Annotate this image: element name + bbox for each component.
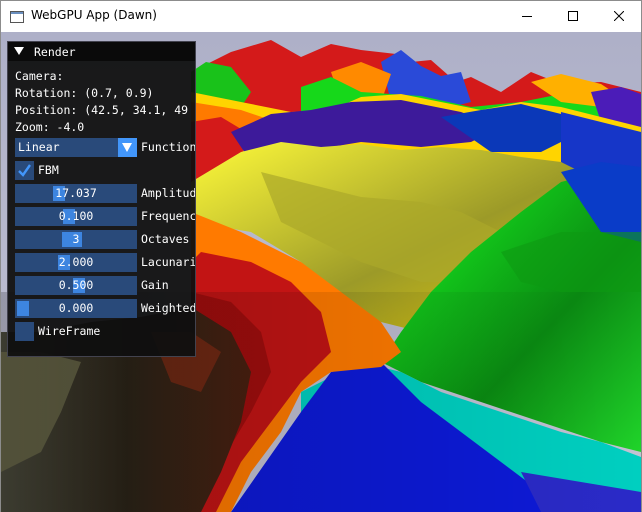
slider-value: 17.037 <box>55 186 97 200</box>
function-label: Function <box>141 140 196 154</box>
slider-value: 0.000 <box>58 301 94 315</box>
maximize-button[interactable] <box>550 1 596 32</box>
close-button[interactable] <box>596 1 642 32</box>
gain-slider[interactable]: 0.500 <box>15 276 137 295</box>
weighted-slider[interactable]: 0.000 <box>15 299 137 318</box>
wireframe-checkbox[interactable] <box>15 322 34 341</box>
lacunarity-label: Lacunarity <box>141 255 196 269</box>
minimize-icon <box>522 16 532 17</box>
lacunarity-slider[interactable]: 2.000 <box>15 253 137 272</box>
chevron-down-icon <box>122 143 132 152</box>
minimize-button[interactable] <box>504 1 550 32</box>
checkmark-icon <box>18 164 31 177</box>
fbm-checkbox[interactable] <box>15 161 34 180</box>
function-combo[interactable]: Linear <box>15 138 137 157</box>
window-title: WebGPU App (Dawn) <box>31 8 157 22</box>
combo-dropdown-button[interactable] <box>118 138 137 157</box>
panel-title-bar[interactable]: Render <box>8 42 195 61</box>
octaves-slider[interactable]: 3 <box>15 230 137 249</box>
position-readout: Position: (42.5, 34.1, 49 <box>15 103 189 117</box>
octaves-label: Octaves <box>141 232 190 246</box>
maximize-icon <box>568 11 578 21</box>
slider-value: 0.100 <box>58 209 94 223</box>
amplitude-label: Amplitude <box>141 186 196 200</box>
zoom-readout: Zoom: -4.0 <box>15 120 85 134</box>
wireframe-label: WireFrame <box>38 324 101 338</box>
function-combo-value: Linear <box>18 140 60 154</box>
close-icon <box>614 11 624 21</box>
panel-title: Render <box>34 45 76 59</box>
render-panel: Render Camera: Rotation: (0.7, 0.9) Posi… <box>7 41 196 357</box>
amplitude-slider[interactable]: 17.037 <box>15 184 137 203</box>
slider-value: 3 <box>72 232 80 246</box>
fbm-label: FBM <box>38 163 59 177</box>
slider-value: 2.000 <box>58 255 94 269</box>
collapse-arrow-icon[interactable] <box>14 47 24 55</box>
app-icon <box>10 9 24 23</box>
weighted-label: Weighted <box>141 301 196 315</box>
frequency-label: Frequency <box>141 209 196 223</box>
camera-label: Camera: <box>15 69 64 83</box>
slider-value: 0.500 <box>58 278 94 292</box>
title-bar[interactable]: WebGPU App (Dawn) <box>1 1 641 32</box>
gain-label: Gain <box>141 278 169 292</box>
rotation-readout: Rotation: (0.7, 0.9) <box>15 86 154 100</box>
frequency-slider[interactable]: 0.100 <box>15 207 137 226</box>
